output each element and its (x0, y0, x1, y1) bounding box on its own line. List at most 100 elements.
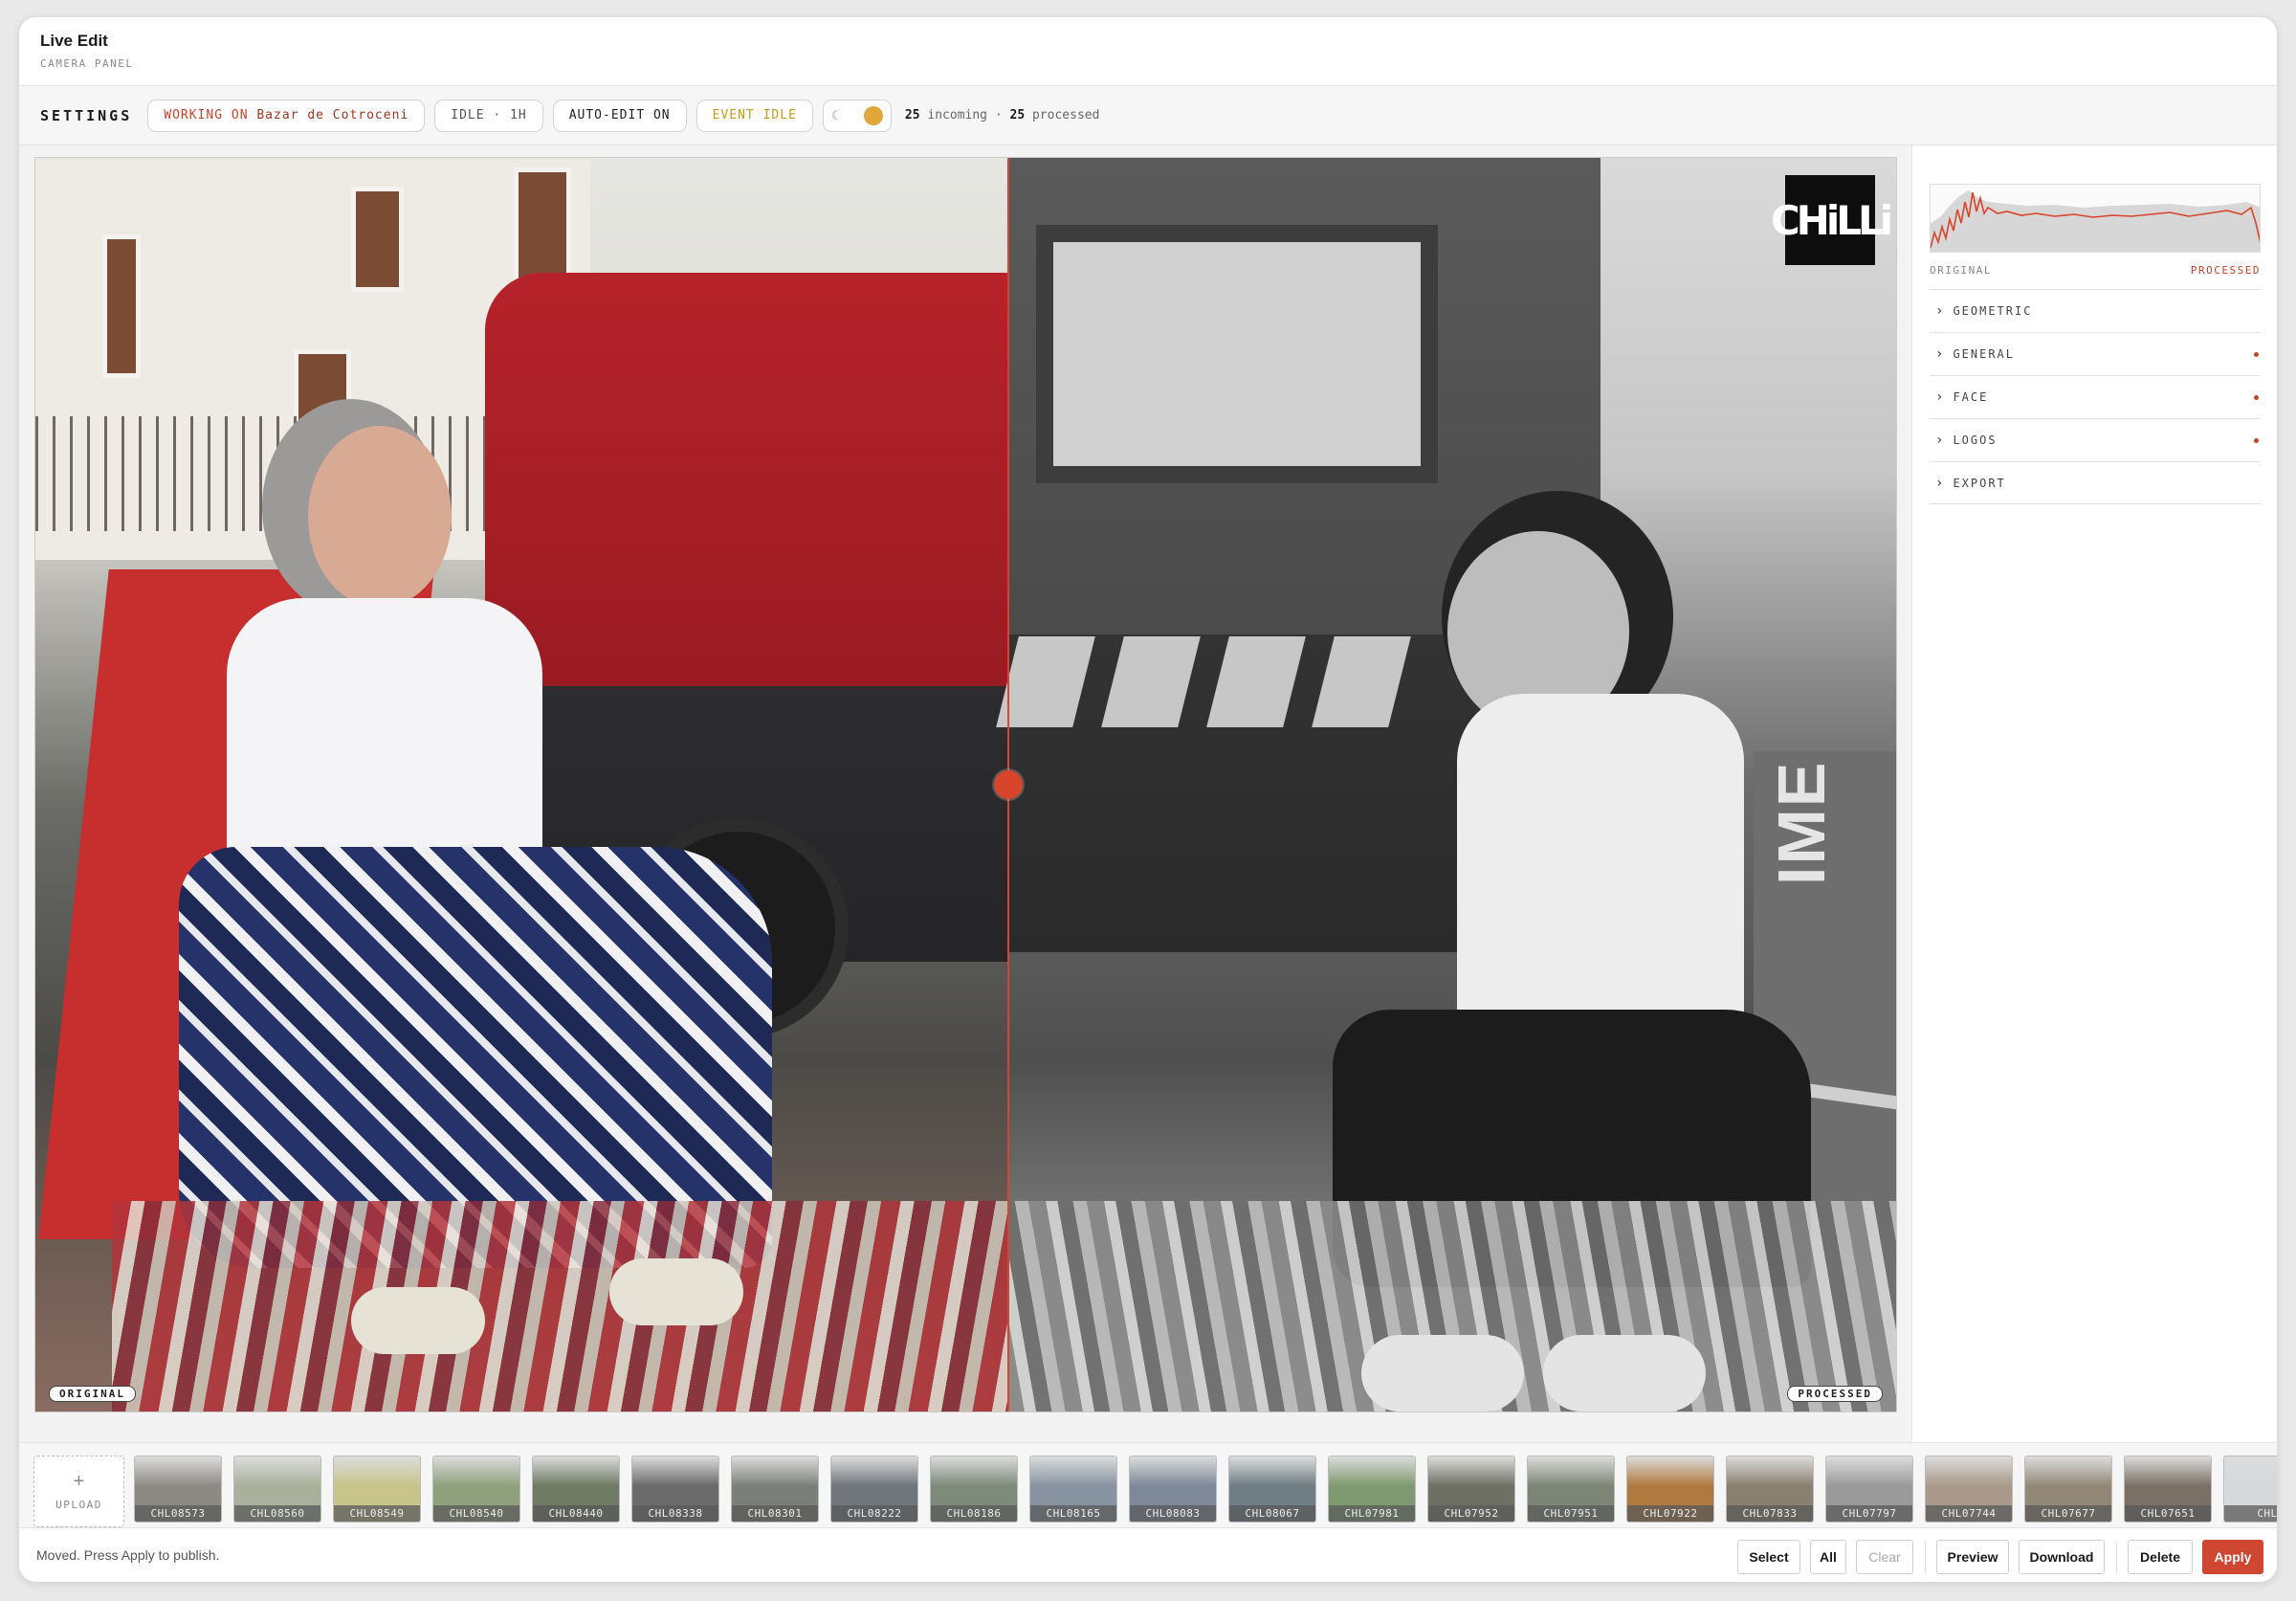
thumbnail-caption: CHL08540 (433, 1505, 519, 1522)
thumbnail-caption: CHL08440 (533, 1505, 619, 1522)
section-label: EXPORT (1953, 476, 2006, 490)
thumbnail-caption: CHL (2224, 1505, 2277, 1522)
section-general[interactable]: › GENERAL (1930, 332, 2261, 375)
thumbnail-caption: CHL07952 (1428, 1505, 1514, 1522)
thumbnail-caption: CHL08186 (931, 1505, 1017, 1522)
thumbnail[interactable]: CHL08573 (134, 1456, 222, 1523)
chevron-right-icon: › (1935, 303, 1946, 319)
status-message: Moved. Press Apply to publish. (36, 1547, 220, 1563)
thumbnail-caption: CHL08301 (732, 1505, 818, 1522)
divider (2116, 1542, 2117, 1572)
thumbnail-caption: CHL07651 (2125, 1505, 2211, 1522)
theme-toggle[interactable]: ☾ (822, 99, 892, 132)
working-prefix: WORKING ON (164, 108, 249, 122)
section-face[interactable]: › FACE (1930, 375, 2261, 418)
thumbnail[interactable]: CHL07951 (1527, 1456, 1615, 1523)
building-window (351, 187, 404, 292)
section-export[interactable]: › EXPORT (1930, 461, 2261, 504)
section-label: FACE (1953, 390, 1989, 404)
chevron-right-icon: › (1935, 346, 1946, 362)
app-title: Live Edit (40, 32, 108, 50)
thumbnail[interactable]: CHL08440 (532, 1456, 620, 1523)
woman-left-head (308, 426, 452, 608)
thumbnail[interactable]: CHL07833 (1726, 1456, 1814, 1523)
delete-button[interactable]: Delete (2128, 1540, 2193, 1574)
thumbnail[interactable]: CHL07797 (1825, 1456, 1913, 1523)
chevron-right-icon: › (1935, 433, 1946, 448)
thumbnail-strip[interactable]: + UPLOAD CHL08573 CHL08560 CHL08549 CHL0854… (19, 1442, 2277, 1528)
apply-button[interactable]: Apply (2202, 1540, 2263, 1574)
settings-button[interactable]: SETTINGS (40, 107, 132, 124)
event-status-pill[interactable]: EVENT IDLE (695, 99, 813, 132)
histogram-legend: ORIGINAL PROCESSED (1930, 264, 2261, 277)
histogram (1930, 184, 2261, 253)
histogram-chart (1931, 190, 2260, 252)
chevron-right-icon: › (1935, 475, 1946, 491)
plus-icon: + (73, 1471, 85, 1492)
thumbnail-caption: CHL08222 (831, 1505, 917, 1522)
incoming-label: incoming · (927, 108, 1003, 122)
clear-button[interactable]: Clear (1856, 1540, 1913, 1574)
idle-pill[interactable]: IDLE · 1H (434, 99, 543, 132)
thumbnail-caption: CHL07922 (1627, 1505, 1713, 1522)
shoe (351, 1287, 485, 1354)
processed-image: IME (996, 158, 1896, 1412)
banner-text: IME (1764, 760, 1839, 885)
thumbnail-caption: CHL08338 (632, 1505, 718, 1522)
auto-edit-pill[interactable]: AUTO-EDIT ON (552, 99, 687, 132)
thumbnail-caption: CHL08560 (234, 1505, 320, 1522)
thumbnail[interactable]: CHL08301 (731, 1456, 819, 1523)
thumbnail[interactable]: CHL07922 (1626, 1456, 1714, 1523)
building-window (102, 234, 141, 378)
thumbnail[interactable]: CHL08067 (1228, 1456, 1316, 1523)
thumbnail[interactable]: CHL08560 (233, 1456, 321, 1523)
processed-tag: PROCESSED (1787, 1386, 1883, 1402)
divider (1925, 1542, 1926, 1572)
thumbnail[interactable]: CHL08186 (930, 1456, 1018, 1523)
upload-label: UPLOAD (55, 1499, 102, 1511)
original-image (35, 158, 1007, 1412)
preview-button[interactable]: Preview (1936, 1540, 2009, 1574)
thumbnail[interactable]: CHL08338 (631, 1456, 719, 1523)
thumbnail[interactable]: CHL07651 (2124, 1456, 2212, 1523)
histogram-original-label: ORIGINAL (1930, 264, 1992, 277)
sneaker (1361, 1335, 1524, 1412)
thumbnail-caption: CHL08573 (135, 1505, 221, 1522)
upload-button[interactable]: + UPLOAD (33, 1456, 124, 1527)
moon-icon: ☾ (830, 107, 844, 122)
working-on-pill[interactable]: WORKING ON Bazar de Cotroceni (147, 99, 426, 132)
select-button[interactable]: Select (1737, 1540, 1800, 1574)
thumbnail[interactable]: CHL08165 (1029, 1456, 1117, 1523)
compare-divider-handle[interactable] (994, 770, 1023, 799)
thumbnail[interactable]: CHL08083 (1129, 1456, 1217, 1523)
chevron-right-icon: › (1935, 389, 1946, 405)
thumbnail[interactable]: CHL07952 (1427, 1456, 1515, 1523)
image-compare-viewer[interactable]: IME CHiLLi ORIGINAL PROCESSED (34, 157, 1897, 1412)
thumbnail-caption: CHL08067 (1229, 1505, 1315, 1522)
incoming-count: 25 (904, 108, 920, 122)
thumbnail[interactable]: CHL07981 (1328, 1456, 1416, 1523)
action-bar: Moved. Press Apply to publish. Select Al… (19, 1528, 2277, 1582)
woman-left-shirt (227, 598, 542, 876)
download-button[interactable]: Download (2019, 1540, 2105, 1574)
section-logos[interactable]: › LOGOS (1930, 418, 2261, 461)
thumbnail-list: CHL08573 CHL08560 CHL08549 CHL08540 CHL08440… (134, 1456, 2277, 1523)
thumbnail[interactable]: CHL08549 (333, 1456, 421, 1523)
thumbnail-caption: CHL07677 (2025, 1505, 2111, 1522)
thumbnail[interactable]: CHL08540 (432, 1456, 520, 1523)
thumbnail[interactable]: CHL07677 (2024, 1456, 2112, 1523)
woman-right-shirt (1457, 694, 1744, 1038)
settings-panel: ORIGINAL PROCESSED › GEOMETRIC › GENERAL… (1911, 145, 2277, 1442)
thumbnail[interactable]: CHL07744 (1925, 1456, 2013, 1523)
section-geometric[interactable]: › GEOMETRIC (1930, 289, 2261, 332)
processed-count: 25 (1009, 108, 1026, 122)
thumbnail[interactable]: CHL08222 (830, 1456, 918, 1523)
title-bar: Live Edit CAMERA PANEL (19, 17, 2277, 86)
original-tag: ORIGINAL (49, 1386, 136, 1402)
app-subtitle: CAMERA PANEL (40, 57, 134, 70)
thumbnail[interactable]: CHL (2223, 1456, 2277, 1523)
thumbnail-caption: CHL07951 (1528, 1505, 1614, 1522)
select-all-button[interactable]: All (1810, 1540, 1846, 1574)
queue-counts: 25 incoming · 25 processed (905, 108, 1100, 122)
thumbnail-caption: CHL07981 (1329, 1505, 1415, 1522)
